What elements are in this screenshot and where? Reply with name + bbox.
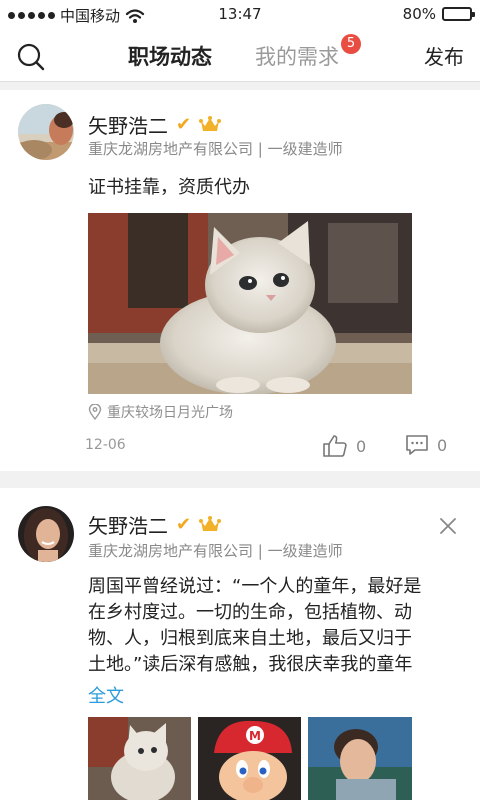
top-navigation: 职场动态 我的需求 5 发布 [0, 30, 480, 82]
svg-text:M: M [249, 729, 261, 743]
author-company: 重庆龙湖房地产有限公司 | 一级建造师 [88, 542, 343, 560]
avatar-image [18, 104, 74, 160]
kitten-thumbnail [88, 717, 191, 800]
like-button[interactable]: 0 [322, 434, 366, 458]
search-icon[interactable] [16, 42, 46, 72]
author-name[interactable]: 矢野浩二 [88, 510, 168, 539]
post-image-kitten[interactable] [88, 213, 412, 394]
name-row: 矢野浩二 ✔ [88, 110, 222, 139]
content-line: 在乡村度过。一切的生命，包括植物、动 [88, 602, 412, 623]
crown-icon [199, 515, 222, 531]
post-card[interactable]: 矢野浩二 ✔ 重庆龙湖房地产有限公司 | 一级建造师 周国平曾经说过：“一个人的… [0, 488, 480, 800]
verified-icon: ✔ [176, 114, 192, 135]
post-location[interactable]: 重庆较场日月光广场 [88, 402, 233, 422]
status-right: 80% [402, 5, 475, 23]
close-icon[interactable] [438, 516, 458, 536]
post-content: 周国平曾经说过：“一个人的童年，最好是 在乡村度过。一切的生命，包括植物、动 物… [88, 574, 458, 678]
avatar[interactable] [18, 506, 74, 562]
post-card[interactable]: 矢野浩二 ✔ 重庆龙湖房地产有限公司 | 一级建造师 证书挂靠，资质代办 重庆较… [0, 90, 480, 471]
verified-icon: ✔ [176, 514, 192, 535]
thumbs-up-icon [323, 435, 347, 457]
post-content: 证书挂靠，资质代办 [88, 177, 250, 198]
comment-icon [406, 435, 428, 455]
avatar[interactable] [18, 104, 74, 160]
like-count: 0 [356, 436, 367, 456]
full-text-link[interactable]: 全文 [88, 682, 124, 708]
portrait-thumbnail [308, 717, 412, 800]
crown-icon [199, 115, 222, 131]
avatar-image [18, 506, 74, 562]
battery-icon [442, 7, 475, 21]
tab-my-requests[interactable]: 我的需求 [255, 41, 339, 71]
post-date: 12-06 [85, 437, 126, 453]
notification-badge: 5 [341, 34, 361, 54]
content-line: 土地。”读后深有感触，我很庆幸我的童年 [88, 654, 413, 675]
location-pin-icon [88, 404, 102, 420]
comment-count: 0 [437, 435, 448, 455]
post-thumbnail-mario[interactable]: M [198, 717, 301, 800]
kitten-image [88, 213, 412, 394]
post-thumbnail-kitten[interactable] [88, 717, 191, 800]
author-name[interactable]: 矢野浩二 [88, 110, 168, 139]
status-bar: 中国移动 13:47 80% [0, 0, 480, 30]
location-text: 重庆较场日月光广场 [107, 405, 233, 421]
content-line: 物、人，归根到底来自土地，最后又归于 [88, 628, 412, 649]
author-company: 重庆龙湖房地产有限公司 | 一级建造师 [88, 140, 343, 158]
tab-workplace-news[interactable]: 职场动态 [128, 41, 212, 71]
publish-button[interactable]: 发布 [424, 41, 464, 70]
name-row: 矢野浩二 ✔ [88, 510, 222, 539]
comment-button[interactable]: 0 [405, 434, 447, 456]
post-thumbnail-portrait[interactable] [308, 717, 412, 800]
app-screen: 中国移动 13:47 80% 职场动态 我的需求 5 发布 矢野浩二 ✔ 重庆龙… [0, 0, 480, 800]
battery-percent: 80% [402, 5, 436, 23]
mario-thumbnail: M [198, 717, 301, 800]
content-line: 周国平曾经说过：“一个人的童年，最好是 [88, 576, 422, 597]
